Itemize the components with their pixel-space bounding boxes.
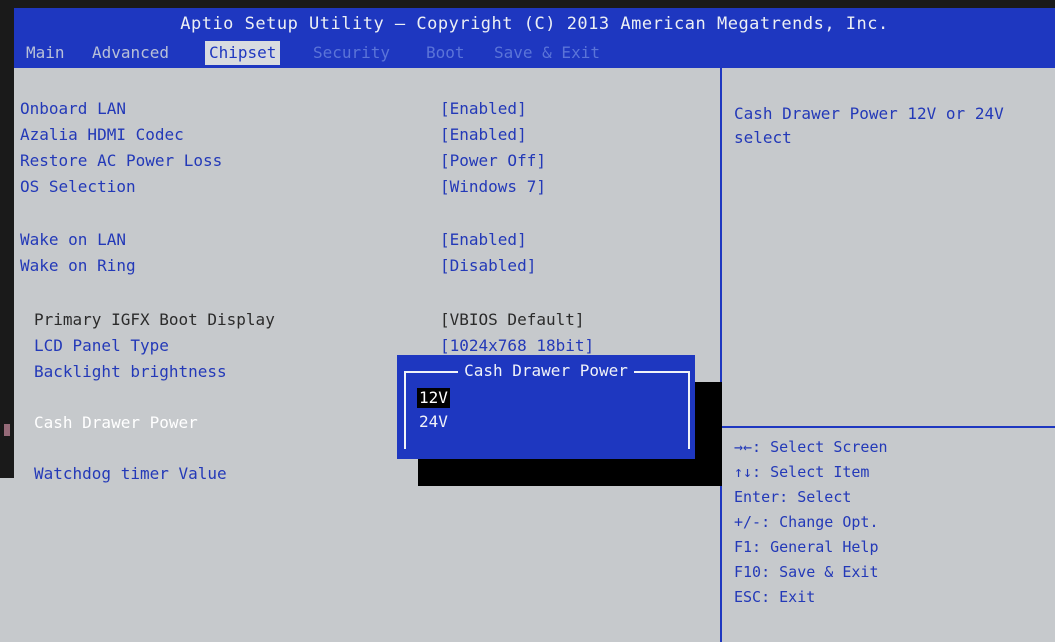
value-os-selection[interactable]: [Windows 7] bbox=[440, 176, 546, 198]
tab-security[interactable]: Security bbox=[309, 41, 394, 65]
value-azalia-hdmi-codec[interactable]: [Enabled] bbox=[440, 124, 527, 146]
tab-save-exit[interactable]: Save & Exit bbox=[490, 41, 604, 65]
key-select-item: ↑↓: Select Item bbox=[734, 463, 870, 481]
setting-wake-on-lan[interactable]: Wake on LAN bbox=[20, 229, 126, 251]
help-panel: Cash Drawer Power 12V or 24V select →←: … bbox=[722, 68, 1055, 642]
value-lcd-panel-type[interactable]: [1024x768 18bit] bbox=[440, 335, 594, 357]
setting-lcd-panel-type[interactable]: LCD Panel Type bbox=[34, 335, 169, 357]
key-select-screen: →←: Select Screen bbox=[734, 438, 888, 456]
key-enter-select: Enter: Select bbox=[734, 488, 852, 506]
setting-backlight-brightness[interactable]: Backlight brightness bbox=[34, 361, 227, 383]
popup-frame bbox=[404, 371, 690, 449]
glare-mark bbox=[4, 424, 10, 436]
help-separator bbox=[722, 426, 1055, 428]
tab-advanced[interactable]: Advanced bbox=[88, 41, 173, 65]
setting-wake-on-ring[interactable]: Wake on Ring bbox=[20, 255, 136, 277]
popup-option-12v[interactable]: 12V bbox=[417, 388, 450, 408]
setting-primary-igfx-boot-display: Primary IGFX Boot Display bbox=[34, 310, 275, 329]
value-primary-igfx-boot-display: [VBIOS Default] bbox=[440, 310, 585, 329]
key-general-help: F1: General Help bbox=[734, 538, 879, 556]
tab-boot[interactable]: Boot bbox=[422, 41, 469, 65]
popup-title: Cash Drawer Power bbox=[397, 360, 695, 382]
setting-cash-drawer-power[interactable]: Cash Drawer Power bbox=[34, 412, 198, 434]
value-wake-on-ring[interactable]: [Disabled] bbox=[440, 255, 536, 277]
key-change-opt: +/-: Change Opt. bbox=[734, 513, 879, 531]
help-description: Cash Drawer Power 12V or 24V select bbox=[734, 104, 1004, 147]
screen-edge bbox=[0, 478, 14, 642]
popup-title-text: Cash Drawer Power bbox=[458, 360, 634, 382]
setting-onboard-lan[interactable]: Onboard LAN bbox=[20, 98, 126, 120]
bios-header: Aptio Setup Utility – Copyright (C) 2013… bbox=[14, 8, 1055, 68]
bios-title: Aptio Setup Utility – Copyright (C) 2013… bbox=[180, 14, 889, 34]
tab-chipset[interactable]: Chipset bbox=[205, 41, 281, 65]
value-restore-ac-power-loss[interactable]: [Power Off] bbox=[440, 150, 546, 172]
value-onboard-lan[interactable]: [Enabled] bbox=[440, 98, 527, 120]
bios-screen: Aptio Setup Utility – Copyright (C) 2013… bbox=[0, 0, 1055, 642]
key-save-exit: F10: Save & Exit bbox=[734, 563, 879, 581]
setting-watchdog-timer-value[interactable]: Watchdog timer Value bbox=[34, 463, 227, 485]
setting-restore-ac-power-loss[interactable]: Restore AC Power Loss bbox=[20, 150, 222, 172]
tab-main[interactable]: Main bbox=[22, 41, 69, 65]
setting-azalia-hdmi-codec[interactable]: Azalia HDMI Codec bbox=[20, 124, 184, 146]
value-wake-on-lan[interactable]: [Enabled] bbox=[440, 229, 527, 251]
setting-os-selection[interactable]: OS Selection bbox=[20, 176, 136, 198]
popup-option-24v[interactable]: 24V bbox=[417, 412, 450, 432]
cash-drawer-power-popup: Cash Drawer Power 12V 24V bbox=[397, 355, 695, 459]
key-esc-exit: ESC: Exit bbox=[734, 588, 816, 606]
